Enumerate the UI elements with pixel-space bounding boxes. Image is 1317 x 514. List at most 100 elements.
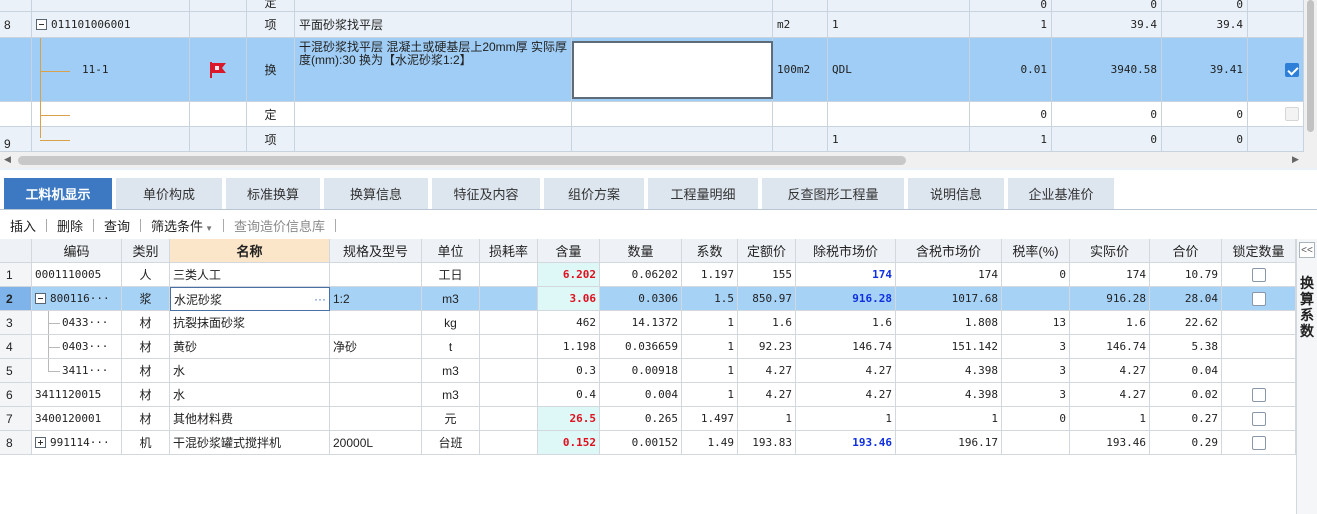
- header-spec[interactable]: 规格及型号: [330, 239, 422, 263]
- flag-icon[interactable]: [208, 61, 228, 79]
- code-cell[interactable]: 3411120015: [32, 383, 122, 407]
- ex-tax-cell[interactable]: 4.27: [796, 359, 896, 383]
- scroll-right-icon[interactable]: ▶: [1292, 154, 1299, 165]
- content-cell[interactable]: 0.4: [538, 383, 600, 407]
- tab-enterprise-base-price[interactable]: 企业基准价: [1008, 178, 1116, 209]
- lock-qty-checkbox[interactable]: [1251, 387, 1266, 402]
- sum-cell[interactable]: 10.79: [1150, 263, 1222, 287]
- header-category[interactable]: 类别: [122, 239, 170, 263]
- content-cell[interactable]: 26.5: [538, 407, 600, 431]
- header-unit[interactable]: 单位: [422, 239, 480, 263]
- content-cell[interactable]: 1.198: [538, 335, 600, 359]
- name-cell[interactable]: 水: [170, 383, 330, 407]
- unit-cell[interactable]: m3: [422, 359, 480, 383]
- actual-cell[interactable]: 4.27: [1070, 383, 1150, 407]
- actual-cell[interactable]: 1: [1070, 407, 1150, 431]
- cat-cell[interactable]: 材: [122, 311, 170, 335]
- unit-cell[interactable]: kg: [422, 311, 480, 335]
- quota-cell[interactable]: 4.27: [738, 359, 796, 383]
- ex-tax-cell[interactable]: 916.28: [796, 287, 896, 311]
- header-coefficient[interactable]: 系数: [682, 239, 738, 263]
- top-row-8[interactable]: 8 011101006001 项 平面砂浆找平层 m2 1 1 39.4 39.…: [0, 12, 1304, 38]
- spec-cell[interactable]: 净砂: [330, 335, 422, 359]
- lock-qty-checkbox[interactable]: [1251, 411, 1266, 426]
- qty-cell[interactable]: 0.06202: [600, 263, 682, 287]
- coef-cell[interactable]: 1.497: [682, 407, 738, 431]
- cat-cell[interactable]: 材: [122, 335, 170, 359]
- top-qty-expr[interactable]: QDL: [828, 38, 970, 102]
- sum-cell[interactable]: 0.04: [1150, 359, 1222, 383]
- tab-quantity-details[interactable]: 工程量明细: [648, 178, 760, 209]
- cat-cell[interactable]: 材: [122, 359, 170, 383]
- header-quantity[interactable]: 数量: [600, 239, 682, 263]
- resource-row[interactable]: 5 3411··· 材水 m3 0.3 0.00918 1 4.27 4.27 4.398 3 4.2…: [0, 359, 1296, 383]
- cat-cell[interactable]: 人: [122, 263, 170, 287]
- name-cell[interactable]: 其他材料费: [170, 407, 330, 431]
- resource-row[interactable]: 2 800116··· 浆水泥砂浆 ··· 1:2 m3 3.06 0.0306 1.5 850.…: [0, 287, 1296, 311]
- ex-tax-cell[interactable]: 174: [796, 263, 896, 287]
- qty-cell[interactable]: 0.004: [600, 383, 682, 407]
- top-row-0[interactable]: 定 0 0 0: [0, 0, 1304, 12]
- code-cell[interactable]: 3400120001: [32, 407, 122, 431]
- top-desc[interactable]: 平面砂浆找平层: [295, 12, 572, 38]
- quota-cell[interactable]: 92.23: [738, 335, 796, 359]
- inc-tax-cell[interactable]: 4.398: [896, 359, 1002, 383]
- quota-cell[interactable]: 155: [738, 263, 796, 287]
- loss-cell[interactable]: [480, 431, 538, 455]
- coef-cell[interactable]: 1.197: [682, 263, 738, 287]
- top-qty-expr[interactable]: 1: [828, 12, 970, 38]
- lock-qty-cell[interactable]: [1222, 335, 1296, 359]
- quota-cell[interactable]: 850.97: [738, 287, 796, 311]
- inc-tax-cell[interactable]: 196.17: [896, 431, 1002, 455]
- sum-cell[interactable]: 5.38: [1150, 335, 1222, 359]
- unit-cell[interactable]: 元: [422, 407, 480, 431]
- loss-cell[interactable]: [480, 311, 538, 335]
- header-total[interactable]: 合价: [1150, 239, 1222, 263]
- rate-cell[interactable]: 3: [1002, 383, 1070, 407]
- tab-pricing-plan[interactable]: 组价方案: [544, 178, 646, 209]
- name-cell[interactable]: 黄砂: [170, 335, 330, 359]
- horizontal-scrollbar[interactable]: ◀ ▶: [0, 152, 1317, 168]
- cell-editor-input[interactable]: [572, 41, 773, 99]
- lock-qty-checkbox[interactable]: [1251, 435, 1266, 450]
- header-inc-tax-price[interactable]: 含税市场价: [896, 239, 1002, 263]
- lock-qty-cell[interactable]: [1222, 359, 1296, 383]
- spec-cell[interactable]: [330, 263, 422, 287]
- rate-cell[interactable]: 3: [1002, 335, 1070, 359]
- unit-cell[interactable]: m3: [422, 287, 480, 311]
- actual-cell[interactable]: 916.28: [1070, 287, 1150, 311]
- loss-cell[interactable]: [480, 287, 538, 311]
- rate-cell[interactable]: [1002, 287, 1070, 311]
- code-cell[interactable]: 991114···: [32, 431, 122, 455]
- header-loss-rate[interactable]: 损耗率: [480, 239, 538, 263]
- coef-cell[interactable]: 1: [682, 335, 738, 359]
- rate-cell[interactable]: 0: [1002, 263, 1070, 287]
- top-row-9[interactable]: 9 项 1 1 0 0: [0, 127, 1304, 152]
- coef-cell[interactable]: 1: [682, 311, 738, 335]
- qty-cell[interactable]: 14.1372: [600, 311, 682, 335]
- cat-cell[interactable]: 机: [122, 431, 170, 455]
- name-cell[interactable]: 水泥砂浆 ···: [170, 287, 330, 311]
- lock-qty-cell[interactable]: [1222, 263, 1296, 287]
- more-options-icon[interactable]: ···: [314, 292, 326, 306]
- name-cell[interactable]: 水: [170, 359, 330, 383]
- inc-tax-cell[interactable]: 174: [896, 263, 1002, 287]
- ex-tax-cell[interactable]: 193.46: [796, 431, 896, 455]
- content-cell[interactable]: 6.202: [538, 263, 600, 287]
- rate-cell[interactable]: 13: [1002, 311, 1070, 335]
- rate-cell[interactable]: [1002, 431, 1070, 455]
- tab-reverse-graph-quantity[interactable]: 反查图形工程量: [762, 178, 906, 209]
- price-db-query-button[interactable]: 查询造价信息库: [224, 216, 335, 235]
- tab-standard-conversion[interactable]: 标准换算: [226, 178, 322, 209]
- unit-cell[interactable]: t: [422, 335, 480, 359]
- header-quota-price[interactable]: 定额价: [738, 239, 796, 263]
- tab-features-content[interactable]: 特征及内容: [432, 178, 542, 209]
- rate-cell[interactable]: 0: [1002, 407, 1070, 431]
- inc-tax-cell[interactable]: 1.808: [896, 311, 1002, 335]
- top-qty-expr[interactable]: 1: [828, 127, 970, 152]
- code-cell[interactable]: 0001110005: [32, 263, 122, 287]
- lock-qty-cell[interactable]: [1222, 431, 1296, 455]
- actual-cell[interactable]: 193.46: [1070, 431, 1150, 455]
- scroll-left-icon[interactable]: ◀: [4, 154, 11, 165]
- spec-cell[interactable]: [330, 359, 422, 383]
